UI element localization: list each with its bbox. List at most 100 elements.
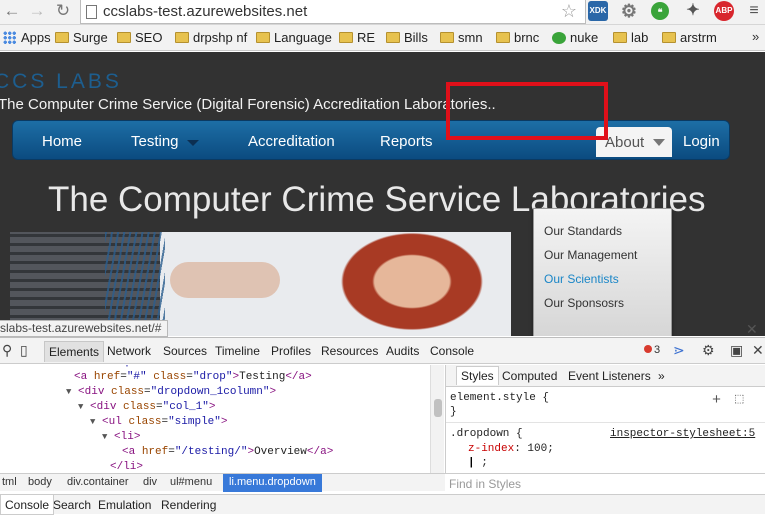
xdk-extension-icon[interactable]: XDK bbox=[588, 1, 608, 21]
scroll-thumb[interactable] bbox=[434, 399, 442, 417]
crumb-body[interactable]: body bbox=[28, 476, 52, 488]
close-devtools-icon[interactable]: ✕ bbox=[752, 342, 764, 359]
reload-icon[interactable]: ↻ bbox=[53, 1, 73, 21]
new-property-input[interactable]: | ; bbox=[468, 457, 488, 469]
bookmark-lab[interactable]: lab bbox=[613, 29, 648, 47]
tab-profiles[interactable]: Profiles bbox=[271, 344, 311, 358]
bookmark-drpshp-nf[interactable]: drpshp nf bbox=[175, 29, 247, 47]
expand-triangle-icon[interactable]: ▼ bbox=[66, 387, 71, 397]
tab-network[interactable]: Network bbox=[107, 344, 151, 358]
address-bar-url[interactable]: ccslabs-test.azurewebsites.net bbox=[103, 3, 307, 20]
site-title[interactable]: CCS LABS bbox=[0, 70, 122, 94]
about-item-our-scientists[interactable]: Our Scientists bbox=[544, 272, 619, 286]
about-item-our-standards[interactable]: Our Standards bbox=[544, 224, 622, 238]
crumb-div-container[interactable]: div.container bbox=[67, 476, 129, 488]
adblock-plus-icon[interactable]: ABP bbox=[714, 1, 734, 21]
tab-event-listeners[interactable]: Event Listeners bbox=[568, 369, 651, 383]
tab-sources[interactable]: Sources bbox=[163, 344, 207, 358]
dom-node-line[interactable]: ▼ <ul class="simple"> bbox=[90, 416, 227, 432]
inspect-magnifier-icon[interactable]: ⚲ bbox=[2, 342, 12, 359]
rule-selector[interactable]: .dropdown { bbox=[450, 428, 523, 440]
crumb-html[interactable]: tml bbox=[2, 476, 17, 488]
bookmark-language[interactable]: Language bbox=[256, 29, 332, 47]
extension-puzzle-icon[interactable]: ✦ bbox=[683, 1, 703, 21]
error-count-badge[interactable]: 3 bbox=[644, 344, 660, 356]
bookmark-seo[interactable]: SEO bbox=[117, 29, 162, 47]
bookmark-surge[interactable]: Surge bbox=[55, 29, 108, 47]
element-style-selector[interactable]: element.style { bbox=[450, 392, 549, 404]
bookmarks-overflow-chevron[interactable]: » bbox=[752, 29, 759, 44]
crumb-li-menu-dropdown[interactable]: li.menu.dropdown bbox=[223, 474, 322, 492]
settings-gear-icon[interactable]: ⚙ bbox=[702, 342, 715, 359]
bookmark-smn[interactable]: smn bbox=[440, 29, 483, 47]
gear-extension-icon[interactable]: ⚙ bbox=[619, 1, 639, 21]
drawer-tab-search[interactable]: Search bbox=[53, 498, 91, 512]
crumb-ul-menu[interactable]: ul#menu bbox=[170, 476, 212, 488]
close-icon[interactable]: ✕ bbox=[746, 321, 758, 338]
dom-node-line[interactable]: ▼ <div class="dropdown_1column"> bbox=[66, 386, 276, 402]
nav-about-label: About bbox=[605, 134, 645, 151]
hangouts-icon[interactable]: ❝ bbox=[651, 2, 669, 20]
about-item-our-sponsors[interactable]: Our Sponsosrs bbox=[544, 296, 624, 310]
web-page: CCS LABS The Computer Crime Service (Dig… bbox=[0, 52, 765, 336]
dom-node-line[interactable]: </li> bbox=[110, 461, 143, 473]
about-dropdown-menu: Our Standards Our Management Our Scienti… bbox=[533, 208, 672, 336]
about-item-our-management[interactable]: Our Management bbox=[544, 248, 637, 262]
tab-timeline[interactable]: Timeline bbox=[215, 344, 260, 358]
tab-computed[interactable]: Computed bbox=[502, 369, 557, 383]
bookmark-star-icon[interactable]: ☆ bbox=[561, 1, 577, 22]
bookmark-apps[interactable]: Apps bbox=[3, 29, 51, 47]
rule-declaration[interactable]: z-index: 100; bbox=[468, 443, 554, 455]
crumb-div[interactable]: div bbox=[143, 476, 157, 488]
bookmark-arstrm[interactable]: arstrm bbox=[662, 29, 717, 47]
expand-triangle-icon[interactable]: ▼ bbox=[90, 417, 95, 427]
bookmark-bills[interactable]: Bills bbox=[386, 29, 428, 47]
drawer-tab-emulation[interactable]: Emulation bbox=[98, 498, 151, 512]
dom-node-line[interactable]: ▼ <div class="col_1"> bbox=[78, 401, 215, 417]
add-rule-icon[interactable]: + bbox=[712, 392, 721, 409]
bookmark-brnc[interactable]: brnc bbox=[496, 29, 539, 47]
dom-node-line[interactable]: <a href="#" class="drop">Testing</a> bbox=[74, 371, 312, 387]
forward-arrow-icon[interactable]: → bbox=[27, 1, 47, 21]
nav-accreditation[interactable]: Accreditation bbox=[248, 133, 335, 150]
bookmark-label: drpshp nf bbox=[193, 30, 248, 45]
folder-icon bbox=[117, 32, 131, 43]
drawer-tab-console[interactable]: Console bbox=[0, 495, 55, 515]
dom-node-line[interactable]: <a href="/testing/">Overview</a> bbox=[122, 446, 333, 462]
tab-resources[interactable]: Resources bbox=[321, 344, 378, 358]
chrome-menu-icon[interactable]: ≡ bbox=[744, 1, 764, 21]
nav-testing[interactable]: Testing bbox=[131, 133, 179, 150]
dom-scrollbar[interactable] bbox=[430, 365, 444, 473]
tab-styles[interactable]: Styles bbox=[456, 366, 499, 385]
hand-image bbox=[170, 262, 280, 298]
bookmark-label: Surge bbox=[73, 30, 108, 45]
styles-filter-input[interactable]: Find in Styles bbox=[445, 473, 765, 492]
apps-grid-icon bbox=[3, 31, 16, 44]
drawer-tab-rendering[interactable]: Rendering bbox=[161, 498, 216, 512]
nuke-icon bbox=[552, 32, 566, 44]
device-mode-icon[interactable]: ▯ bbox=[20, 342, 28, 359]
element-state-icon[interactable]: ⬚ bbox=[734, 392, 744, 406]
expand-triangle-icon[interactable]: ▼ bbox=[78, 402, 83, 412]
folder-icon bbox=[440, 32, 454, 43]
rule-source-link[interactable]: inspector-stylesheet:5 bbox=[610, 428, 755, 440]
dock-side-icon[interactable]: ▣ bbox=[730, 342, 743, 359]
tab-elements[interactable]: Elements bbox=[44, 341, 105, 362]
highlight-annotation-box bbox=[446, 82, 608, 140]
dom-node-line[interactable]: ▼ <li> bbox=[102, 431, 140, 447]
back-arrow-icon[interactable]: ← bbox=[2, 1, 22, 21]
devtools-tabbar: ⚲ ▯ Elements Network Sources Timeline Pr… bbox=[0, 338, 765, 364]
bookmark-nuke[interactable]: nuke bbox=[552, 29, 598, 47]
bookmark-re[interactable]: RE bbox=[339, 29, 375, 47]
tab-audits[interactable]: Audits bbox=[386, 344, 419, 358]
console-drawer-icon[interactable]: ⋗ bbox=[673, 342, 685, 359]
dom-tree[interactable]: <li class="menu dropdown"><a href="#" cl… bbox=[0, 365, 430, 473]
nav-login[interactable]: Login bbox=[683, 133, 720, 150]
tab-console[interactable]: Console bbox=[430, 344, 474, 358]
nav-home[interactable]: Home bbox=[42, 133, 82, 150]
nav-reports[interactable]: Reports bbox=[380, 133, 433, 150]
bookmark-label: RE bbox=[357, 30, 376, 45]
expand-triangle-icon[interactable]: ▼ bbox=[102, 432, 107, 442]
styles-tabs-overflow[interactable]: » bbox=[658, 369, 665, 383]
address-bar[interactable]: ccslabs-test.azurewebsites.net ☆ bbox=[80, 0, 586, 24]
